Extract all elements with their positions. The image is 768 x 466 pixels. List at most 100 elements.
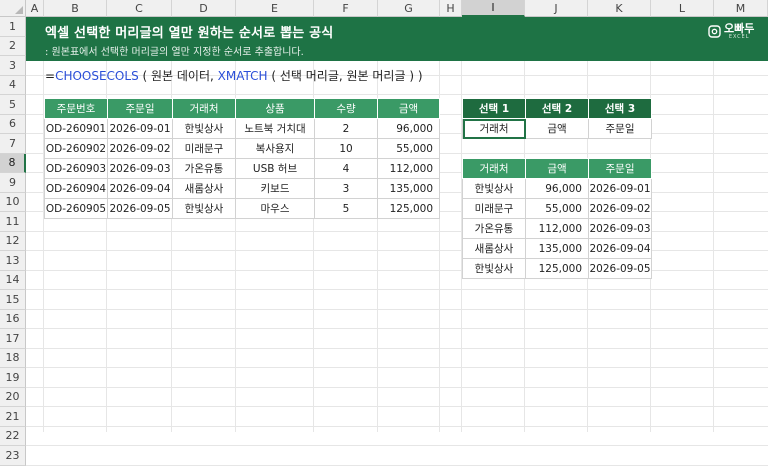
- source-cell[interactable]: OD-260904: [44, 178, 108, 199]
- row-header-17[interactable]: 17: [0, 329, 26, 349]
- source-cell[interactable]: 125,000: [377, 198, 440, 219]
- row-header-12[interactable]: 12: [0, 231, 26, 251]
- column-header-a[interactable]: A: [26, 0, 44, 17]
- row-header-23[interactable]: 23: [0, 446, 26, 466]
- column-header-i[interactable]: I: [462, 0, 525, 17]
- source-cell[interactable]: OD-260903: [44, 158, 108, 179]
- selection-header-cell[interactable]: 선택 1: [462, 98, 526, 119]
- source-header-cell[interactable]: 금액: [377, 98, 440, 119]
- result-cell[interactable]: 96,000: [525, 178, 589, 199]
- row-header-9[interactable]: 9: [0, 173, 26, 193]
- source-cell[interactable]: 96,000: [377, 118, 440, 139]
- selection-table: 선택 1 선택 2 선택 3 거래처 금액 주문일: [462, 98, 652, 139]
- row-header-11[interactable]: 11: [0, 212, 26, 232]
- source-cell[interactable]: 키보드: [235, 178, 315, 199]
- column-header-h[interactable]: H: [440, 0, 462, 17]
- row-header-2[interactable]: 2: [0, 36, 26, 56]
- column-header-b[interactable]: B: [44, 0, 107, 17]
- source-cell[interactable]: USB 허브: [235, 158, 315, 179]
- column-header-d[interactable]: D: [172, 0, 236, 17]
- source-cell[interactable]: 2026-09-02: [107, 138, 173, 159]
- column-header-m[interactable]: M: [714, 0, 768, 17]
- source-cell[interactable]: OD-260902: [44, 138, 108, 159]
- result-cell[interactable]: 125,000: [525, 258, 589, 279]
- result-header-cell[interactable]: 거래처: [462, 158, 526, 179]
- source-cell[interactable]: 가온유통: [172, 158, 236, 179]
- result-cell[interactable]: 한빛상사: [462, 178, 526, 199]
- source-cell[interactable]: 10: [314, 138, 378, 159]
- source-header-cell[interactable]: 수량: [314, 98, 378, 119]
- result-cell[interactable]: 2026-09-03: [588, 218, 652, 239]
- source-cell[interactable]: OD-260901: [44, 118, 108, 139]
- row-header-10[interactable]: 10: [0, 192, 26, 212]
- source-cell[interactable]: 55,000: [377, 138, 440, 159]
- row-header-6[interactable]: 6: [0, 114, 26, 134]
- row-header-7[interactable]: 7: [0, 134, 26, 154]
- row-header-16[interactable]: 16: [0, 309, 26, 329]
- row-header-18[interactable]: 18: [0, 348, 26, 368]
- result-cell[interactable]: 2026-09-04: [588, 238, 652, 259]
- row-header-1[interactable]: 1: [0, 17, 26, 37]
- result-header-cell[interactable]: 주문일: [588, 158, 652, 179]
- source-cell[interactable]: 2026-09-04: [107, 178, 173, 199]
- row-header-4[interactable]: 4: [0, 75, 26, 95]
- source-header-cell[interactable]: 상품: [235, 98, 315, 119]
- source-header-cell[interactable]: 주문일: [107, 98, 173, 119]
- result-cell[interactable]: 112,000: [525, 218, 589, 239]
- column-header-c[interactable]: C: [107, 0, 172, 17]
- source-cell[interactable]: 4: [314, 158, 378, 179]
- source-cell[interactable]: 112,000: [377, 158, 440, 179]
- row-header-19[interactable]: 19: [0, 368, 26, 388]
- result-cell[interactable]: 새롬상사: [462, 238, 526, 259]
- row-header-15[interactable]: 15: [0, 290, 26, 310]
- column-header-j[interactable]: J: [525, 0, 588, 17]
- source-cell[interactable]: 마우스: [235, 198, 315, 219]
- source-cell[interactable]: 2: [314, 118, 378, 139]
- row-header-3[interactable]: 3: [0, 56, 26, 76]
- row-header-22[interactable]: 22: [0, 426, 26, 446]
- source-cell[interactable]: 새롬상사: [172, 178, 236, 199]
- result-cell[interactable]: 가온유통: [462, 218, 526, 239]
- source-cell[interactable]: 135,000: [377, 178, 440, 199]
- column-header-e[interactable]: E: [236, 0, 314, 17]
- column-header-l[interactable]: L: [651, 0, 714, 17]
- result-cell[interactable]: 2026-09-05: [588, 258, 652, 279]
- column-header-g[interactable]: G: [378, 0, 440, 17]
- source-cell[interactable]: 2026-09-03: [107, 158, 173, 179]
- selection-header-cell[interactable]: 선택 2: [525, 98, 589, 119]
- source-cell[interactable]: 한빛상사: [172, 118, 236, 139]
- row-header-14[interactable]: 14: [0, 270, 26, 290]
- selection-cell[interactable]: 금액: [525, 118, 589, 139]
- column-header-k[interactable]: K: [588, 0, 651, 17]
- source-cell[interactable]: 2026-09-05: [107, 198, 173, 219]
- logo-text: 오빠두: [724, 22, 755, 35]
- result-cell[interactable]: 한빛상사: [462, 258, 526, 279]
- result-header-cell[interactable]: 금액: [525, 158, 589, 179]
- formula-text: =CHOOSECOLS ( 원본 데이터, XMATCH ( 선택 머리글, 원…: [45, 67, 423, 84]
- source-cell[interactable]: OD-260905: [44, 198, 108, 219]
- result-cell[interactable]: 2026-09-02: [588, 198, 652, 219]
- source-cell[interactable]: 5: [314, 198, 378, 219]
- row-header-5[interactable]: 5: [0, 95, 26, 115]
- source-cell[interactable]: 한빛상사: [172, 198, 236, 219]
- selection-header-cell[interactable]: 선택 3: [588, 98, 652, 119]
- select-all-corner[interactable]: [0, 0, 26, 17]
- row-header-20[interactable]: 20: [0, 387, 26, 407]
- selection-cell[interactable]: 주문일: [588, 118, 652, 139]
- row-header-21[interactable]: 21: [0, 407, 26, 427]
- source-cell[interactable]: 복사용지: [235, 138, 315, 159]
- row-header-8[interactable]: 8: [0, 153, 26, 173]
- result-cell[interactable]: 55,000: [525, 198, 589, 219]
- source-cell[interactable]: 2026-09-01: [107, 118, 173, 139]
- result-cell[interactable]: 135,000: [525, 238, 589, 259]
- source-header-cell[interactable]: 거래처: [172, 98, 236, 119]
- selection-cell[interactable]: 거래처: [462, 118, 526, 139]
- row-header-13[interactable]: 13: [0, 251, 26, 271]
- result-cell[interactable]: 2026-09-01: [588, 178, 652, 199]
- source-header-cell[interactable]: 주문번호: [44, 98, 108, 119]
- source-cell[interactable]: 미래문구: [172, 138, 236, 159]
- column-header-f[interactable]: F: [314, 0, 378, 17]
- result-cell[interactable]: 미래문구: [462, 198, 526, 219]
- source-cell[interactable]: 노트북 거치대: [235, 118, 315, 139]
- source-cell[interactable]: 3: [314, 178, 378, 199]
